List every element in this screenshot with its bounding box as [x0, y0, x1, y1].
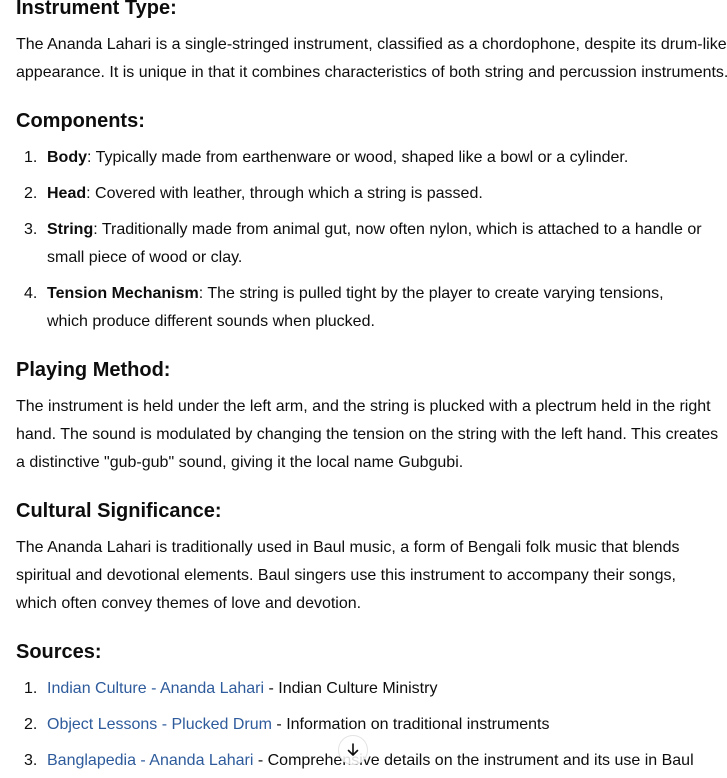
scroll-to-bottom-button[interactable] [338, 735, 368, 765]
playing-method-text: The instrument is held under the left ar… [16, 398, 719, 471]
arrow-down-icon [345, 742, 361, 758]
list-item: 4. Tension Mechanism: The string is pulle… [24, 285, 664, 330]
cultural-significance-text: The Ananda Lahari is traditionally used … [16, 539, 680, 612]
components-list: 1. Body: Typically made from earthenware … [16, 144, 706, 336]
components-heading: Components: [16, 110, 145, 132]
article-content: Instrument Type: The Ananda Lahari is a … [16, 0, 727, 778]
instrument-type-heading: Instrument Type: [16, 0, 177, 19]
instrument-type-text: The Ananda Lahari is a single-stringed i… [16, 36, 727, 81]
sources-heading: Sources: [16, 641, 102, 663]
sources-list: 1. Indian Culture - Ananda Lahari - India… [16, 675, 727, 775]
list-item: 1. Indian Culture - Ananda Lahari - India… [24, 680, 438, 697]
list-item: 3. String: Traditionally made from animal… [24, 221, 702, 266]
source-link-indian-culture[interactable]: Indian Culture - Ananda Lahari [47, 680, 264, 697]
list-item: 1. Body: Typically made from earthenware … [24, 149, 629, 166]
list-item: 2. Object Lessons - Plucked Drum - Inform… [24, 716, 550, 733]
playing-method-heading: Playing Method: [16, 359, 171, 381]
source-link-object-lessons[interactable]: Object Lessons - Plucked Drum [47, 716, 272, 733]
cultural-significance-heading: Cultural Significance: [16, 500, 222, 522]
source-link-banglapedia[interactable]: Banglapedia - Ananda Lahari [47, 752, 253, 769]
list-item: 3. Banglapedia - Ananda Lahari - Comprehe… [24, 752, 694, 769]
list-item: 2. Head: Covered with leather, through wh… [24, 185, 483, 202]
